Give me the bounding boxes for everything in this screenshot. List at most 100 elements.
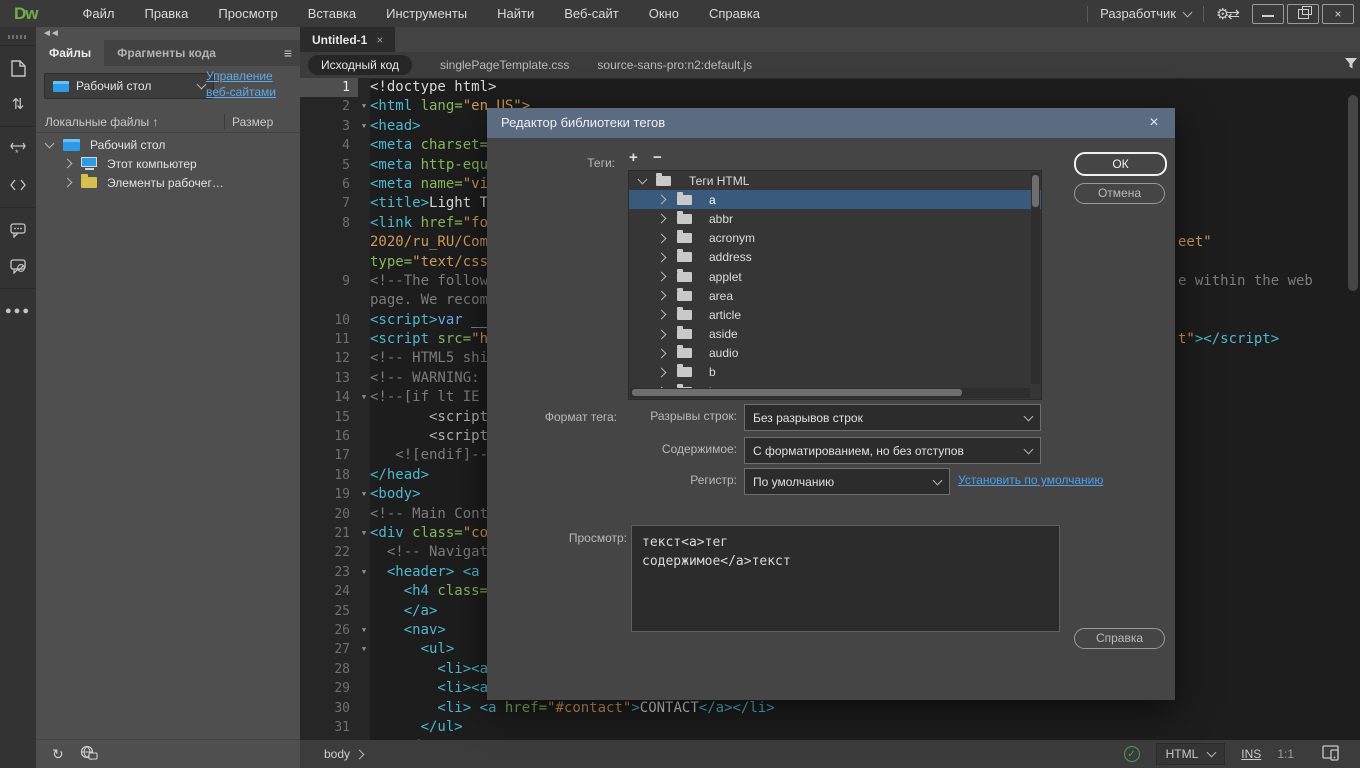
fold-arrow-icon[interactable]: ▼ bbox=[358, 640, 370, 659]
apply-comment-icon[interactable] bbox=[0, 212, 36, 248]
remove-tag-button[interactable]: − bbox=[653, 149, 662, 166]
code-line[interactable]: 31</ul> bbox=[300, 718, 1360, 737]
chevron-down-icon[interactable] bbox=[638, 174, 648, 184]
tag-item-article[interactable]: article bbox=[629, 305, 1041, 324]
doctype-dropdown[interactable]: HTML bbox=[1156, 743, 1226, 765]
refresh-icon[interactable]: ↻ bbox=[52, 746, 64, 763]
chevron-right-icon[interactable] bbox=[657, 368, 667, 378]
code-line[interactable]: 1<!doctype html> bbox=[300, 78, 1360, 97]
panel-menu-icon[interactable]: ≡ bbox=[284, 45, 292, 61]
list-vertical-scrollbar[interactable] bbox=[1031, 172, 1040, 384]
tree-item[interactable]: Этот компьютер bbox=[36, 154, 300, 173]
tag-item-b[interactable]: b bbox=[629, 363, 1041, 382]
filter-icon[interactable] bbox=[1344, 57, 1358, 73]
chevron-right-icon[interactable] bbox=[657, 195, 667, 205]
menu-item-Справка[interactable]: Справка bbox=[694, 0, 775, 27]
menu-item-Инструменты[interactable]: Инструменты bbox=[371, 0, 482, 27]
tag-item-abbr[interactable]: abbr bbox=[629, 209, 1041, 228]
case-dropdown[interactable]: По умолчанию bbox=[744, 468, 950, 495]
column-local-files[interactable]: Локальные файлы ↑ bbox=[45, 115, 158, 129]
set-default-link[interactable]: Установить по умолчанию bbox=[958, 473, 1103, 487]
chevron-right-icon[interactable] bbox=[657, 252, 667, 262]
tag-tree-root[interactable]: Теги HTML bbox=[629, 171, 1041, 190]
editor-vertical-scrollbar[interactable] bbox=[1348, 95, 1358, 291]
tree-item[interactable]: Рабочий стол bbox=[36, 135, 300, 154]
list-horizontal-scrollbar[interactable] bbox=[630, 388, 1030, 398]
scrollbar-thumb[interactable] bbox=[1032, 175, 1039, 207]
tab-snippets[interactable]: Фрагменты кода bbox=[104, 40, 229, 66]
insert-mode-indicator[interactable]: INS bbox=[1241, 747, 1261, 761]
menu-item-Найти[interactable]: Найти bbox=[482, 0, 549, 27]
chevron-right-icon[interactable] bbox=[657, 214, 667, 224]
tree-item[interactable]: Элементы рабочег… bbox=[36, 173, 300, 192]
document-tab[interactable]: Untitled-1 × bbox=[300, 27, 395, 52]
manage-sites-link[interactable]: Управление веб-сайтами bbox=[206, 69, 298, 100]
tag-item-audio[interactable]: audio bbox=[629, 344, 1041, 363]
tag-item-aside[interactable]: aside bbox=[629, 325, 1041, 344]
word-wrap-icon[interactable]: * bbox=[0, 131, 36, 167]
collapse-panel-icon[interactable]: ◄◄ bbox=[42, 28, 58, 39]
chevron-right-icon[interactable] bbox=[63, 178, 73, 188]
chevron-right-icon[interactable] bbox=[657, 329, 667, 339]
chevron-right-icon[interactable] bbox=[657, 272, 667, 282]
chevron-right-icon[interactable] bbox=[657, 233, 667, 243]
related-file-source-sans-pro:n2:default.js[interactable]: source-sans-pro:n2:default.js bbox=[597, 58, 752, 72]
remove-comment-icon[interactable] bbox=[0, 248, 36, 284]
toolbar-grip[interactable] bbox=[8, 35, 28, 39]
menu-item-Правка[interactable]: Правка bbox=[129, 0, 203, 27]
chevron-down-icon[interactable] bbox=[45, 138, 55, 148]
related-file-Исходный код[interactable]: Исходный код bbox=[308, 55, 412, 75]
tag-item-acronym[interactable]: acronym bbox=[629, 229, 1041, 248]
tag-item-address[interactable]: address bbox=[629, 248, 1041, 267]
tag-item-applet[interactable]: applet bbox=[629, 267, 1041, 286]
preview-in-browser-icon[interactable] bbox=[80, 745, 98, 763]
format-source-icon[interactable] bbox=[0, 167, 36, 203]
menu-item-Вставка[interactable]: Вставка bbox=[293, 0, 371, 27]
ok-button[interactable]: ОК bbox=[1074, 152, 1167, 176]
line-breaks-dropdown[interactable]: Без разрывов строк bbox=[744, 404, 1041, 431]
column-size[interactable]: Размер bbox=[232, 115, 273, 129]
restore-button[interactable] bbox=[1287, 4, 1319, 24]
chevron-right-icon[interactable] bbox=[63, 159, 73, 169]
lint-ok-icon[interactable]: ✓ bbox=[1124, 746, 1140, 762]
chevron-right-icon[interactable] bbox=[657, 291, 667, 301]
dialog-close-icon[interactable]: × bbox=[1143, 108, 1165, 138]
close-tab-icon[interactable]: × bbox=[376, 33, 383, 47]
code-line[interactable]: 30<li> <a href="#contact">CONTACT</a></l… bbox=[300, 699, 1360, 718]
tag-item-a[interactable]: a bbox=[629, 190, 1041, 209]
chevron-right-icon[interactable] bbox=[657, 310, 667, 320]
chevron-right-icon[interactable] bbox=[657, 348, 667, 358]
fold-arrow-icon[interactable]: ▼ bbox=[358, 524, 370, 543]
related-file-singlePageTemplate.css[interactable]: singlePageTemplate.css bbox=[440, 58, 569, 72]
workspace-switcher[interactable]: Разработчик bbox=[1100, 6, 1191, 21]
site-selector[interactable]: Рабочий стол bbox=[44, 73, 214, 99]
new-document-icon[interactable] bbox=[0, 50, 36, 86]
column-divider[interactable] bbox=[224, 114, 225, 129]
fold-arrow-icon[interactable]: ▼ bbox=[358, 117, 370, 136]
device-preview-icon[interactable] bbox=[1322, 745, 1340, 764]
more-tools-icon[interactable]: ●●● bbox=[0, 293, 36, 329]
fold-arrow-icon[interactable]: ▼ bbox=[358, 621, 370, 640]
fold-arrow-icon[interactable]: ▼ bbox=[358, 485, 370, 504]
contents-dropdown[interactable]: С форматированием, но без отступов bbox=[744, 437, 1041, 464]
add-tag-button[interactable]: + bbox=[629, 149, 638, 166]
tag-item-area[interactable]: area bbox=[629, 286, 1041, 305]
fold-arrow-icon[interactable]: ▼ bbox=[358, 563, 370, 582]
menu-item-Файл[interactable]: Файл bbox=[68, 0, 130, 27]
fold-arrow-icon[interactable]: ▼ bbox=[358, 388, 370, 407]
dialog-title-bar[interactable]: Редактор библиотеки тегов × bbox=[487, 108, 1175, 138]
menu-item-Веб-сайт[interactable]: Веб-сайт bbox=[549, 0, 633, 27]
fold-arrow-icon[interactable]: ▼ bbox=[358, 97, 370, 116]
scrollbar-thumb[interactable] bbox=[632, 389, 962, 396]
cancel-button[interactable]: Отмена bbox=[1074, 183, 1165, 204]
close-button[interactable]: × bbox=[1322, 4, 1354, 24]
menu-item-Просмотр[interactable]: Просмотр bbox=[203, 0, 292, 27]
file-transfer-icon[interactable]: ⇅ bbox=[0, 86, 36, 122]
help-button[interactable]: Справка bbox=[1074, 628, 1165, 649]
tab-files[interactable]: Файлы bbox=[36, 40, 104, 66]
menu-item-Окно[interactable]: Окно bbox=[634, 0, 694, 27]
tag-tree-list[interactable]: Теги HTMLaabbracronymaddressappletareaar… bbox=[628, 170, 1042, 400]
minimize-button[interactable] bbox=[1252, 4, 1284, 24]
tag-selector[interactable]: body bbox=[324, 747, 363, 761]
gear-sync-icon[interactable]: ⚙⇄ bbox=[1216, 5, 1238, 23]
